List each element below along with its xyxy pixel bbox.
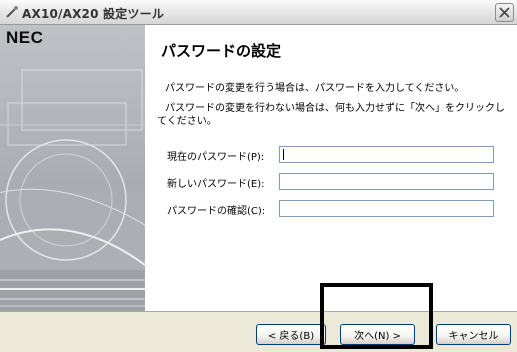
confirm-password-label: パスワードの確認(C): bbox=[167, 206, 266, 217]
app-wand-icon bbox=[6, 6, 18, 18]
new-password-label: 新しいパスワード(E): bbox=[167, 179, 265, 190]
next-button[interactable]: 次へ(N) > bbox=[340, 324, 415, 345]
window-title: AX10/AX20 設定ツール bbox=[22, 7, 165, 21]
confirm-password-input[interactable] bbox=[279, 200, 494, 217]
main-panel: パスワードの設定 パスワードの変更を行う場合は、パスワードを入力してください。 … bbox=[145, 25, 517, 311]
title-bar: AX10/AX20 設定ツール bbox=[0, 0, 517, 25]
text-caret bbox=[283, 149, 284, 160]
decorative-artwork bbox=[0, 69, 145, 311]
close-button[interactable] bbox=[495, 3, 514, 22]
page-title: パスワードの設定 bbox=[161, 42, 282, 60]
back-button[interactable]: < 戻る(B) bbox=[256, 324, 326, 345]
new-password-input[interactable] bbox=[279, 173, 494, 190]
button-bar: < 戻る(B) 次へ(N) > キャンセル bbox=[0, 311, 517, 352]
instruction-text-2: パスワードの変更を行わない場合は、何も入力せずに「次へ」をクリックしてください。 bbox=[157, 103, 505, 127]
close-icon bbox=[499, 7, 510, 18]
sidebar-banner: NEC bbox=[0, 25, 145, 311]
current-password-input[interactable] bbox=[279, 146, 494, 163]
instruction-text: パスワードの変更を行う場合は、パスワードを入力してください。 bbox=[165, 83, 465, 94]
cancel-button[interactable]: キャンセル bbox=[436, 324, 511, 345]
brand-logo: NEC bbox=[6, 28, 44, 47]
current-password-label: 現在のパスワード(P): bbox=[167, 152, 265, 163]
